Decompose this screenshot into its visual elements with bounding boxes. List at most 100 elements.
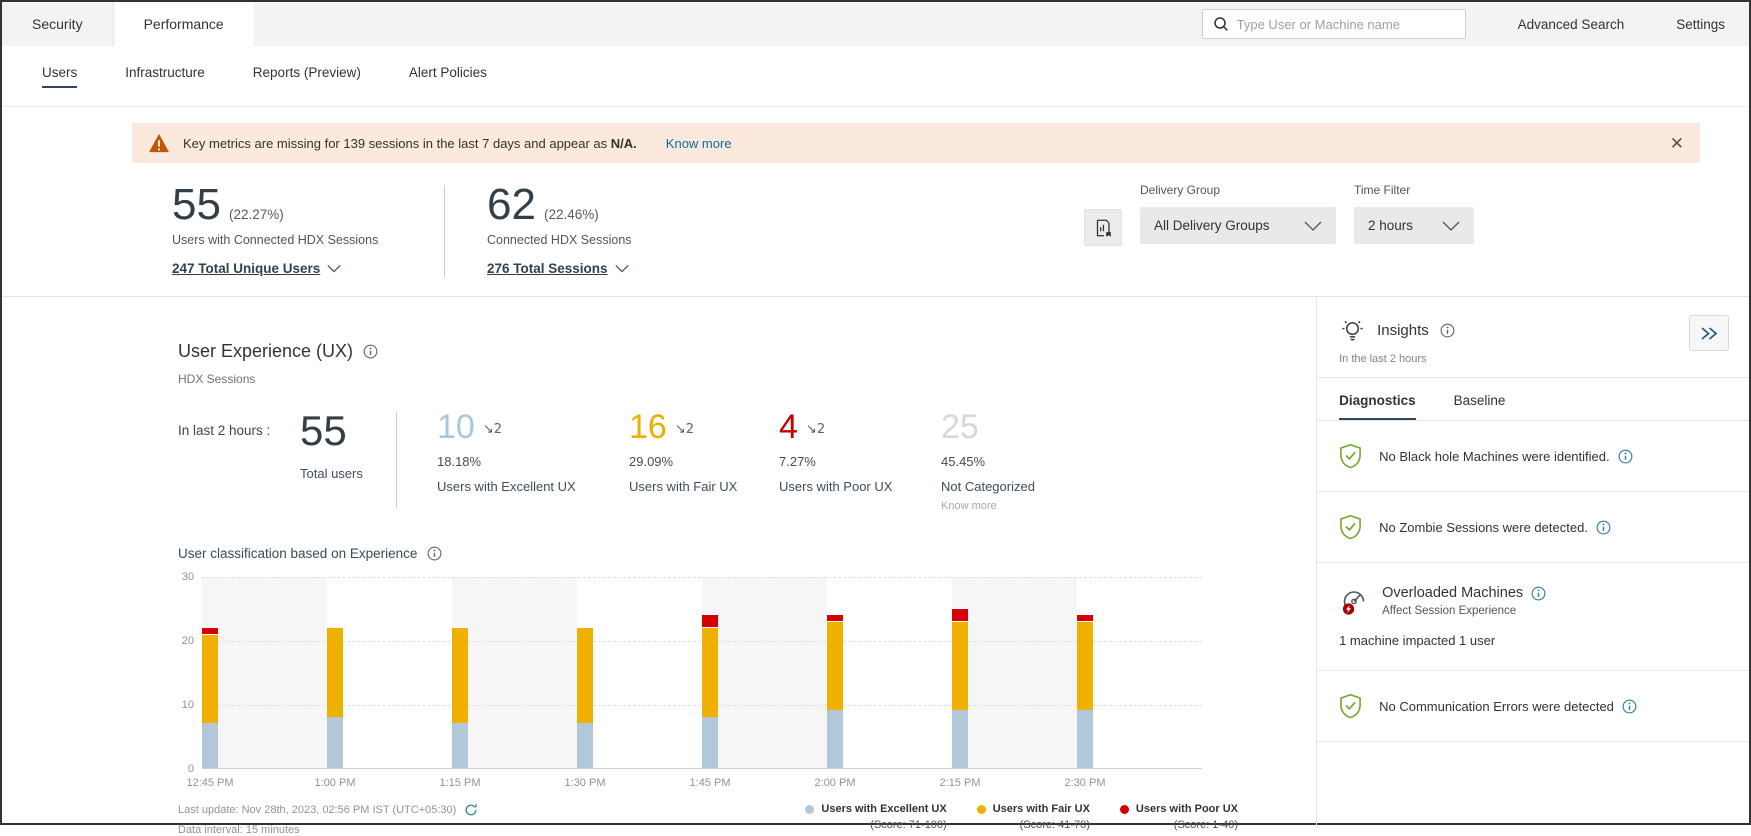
insight-text: No Black hole Machines were identified. <box>1379 449 1610 464</box>
metric-value: 25 <box>941 410 979 444</box>
metric-users-with-fair-ux: 16 ↘2 29.09% Users with Fair UX <box>629 410 779 494</box>
settings-link[interactable]: Settings <box>1676 17 1725 32</box>
data-interval-text: Data interval: 15 minutes <box>178 824 478 836</box>
insight-item-no-communication-errors-were-detected: No Communication Errors were detected <box>1317 671 1749 742</box>
metric-not-categorized: 25 45.45% Not Categorized Know more <box>941 410 1035 512</box>
legend-label: Users with Excellent UX <box>821 803 946 815</box>
bar-stack-12-45-pm[interactable] <box>202 627 218 768</box>
topbar-right: Advanced Search Settings <box>1202 2 1749 46</box>
chart-band <box>952 577 1077 769</box>
summary-card: 62 (22.46%) Connected HDX Sessions 276 T… <box>487 183 717 278</box>
collapse-panel-button[interactable] <box>1689 315 1729 351</box>
summary-drilldown-link[interactable]: 276 Total Sessions <box>487 261 629 276</box>
bar-segment-users-with-excellent-ux <box>702 717 718 768</box>
x-tick-label: 2:00 PM <box>815 777 856 789</box>
ux-subtitle: HDX Sessions <box>178 372 1316 386</box>
summary-drilldown-link[interactable]: 247 Total Unique Users <box>172 261 341 276</box>
insights-title: Insights <box>1377 322 1429 339</box>
metric-know-more-link[interactable]: Know more <box>941 500 1035 512</box>
subnav-item-infrastructure[interactable]: Infrastructure <box>125 65 205 88</box>
bar-segment-users-with-excellent-ux <box>452 723 468 768</box>
chevron-down-icon <box>615 264 629 273</box>
bar-stack-1-30-pm[interactable] <box>577 627 593 768</box>
bar-stack-2-00-pm[interactable] <box>827 614 843 768</box>
export-report-icon <box>1092 217 1114 239</box>
x-tick-label: 1:00 PM <box>315 777 356 789</box>
chart-band <box>202 577 327 769</box>
chart-band <box>1077 577 1202 769</box>
subnav-item-alert-policies[interactable]: Alert Policies <box>409 65 487 88</box>
insight-item-no-black-hole-machines-were-identified: No Black hole Machines were identified. <box>1317 421 1749 492</box>
bar-stack-1-45-pm[interactable] <box>702 614 718 768</box>
legend-label: Users with Fair UX <box>993 803 1090 815</box>
insights-window-text: In the last 2 hours <box>1339 353 1729 365</box>
summary-link-text: 247 Total Unique Users <box>172 261 320 276</box>
insight-subtitle: Affect Session Experience <box>1382 605 1546 617</box>
delivery-group-label: Delivery Group <box>1140 183 1336 197</box>
info-icon[interactable] <box>1622 699 1637 714</box>
info-icon[interactable] <box>1440 323 1455 338</box>
subnav-item-reports-preview[interactable]: Reports (Preview) <box>253 65 361 88</box>
chart-band <box>827 577 952 769</box>
chevron-down-icon <box>1304 221 1322 231</box>
insights-tab-baseline[interactable]: Baseline <box>1454 393 1506 420</box>
delivery-group-value: All Delivery Groups <box>1154 218 1270 233</box>
info-icon[interactable] <box>1531 586 1546 601</box>
chart-band <box>577 577 702 769</box>
bar-stack-1-15-pm[interactable] <box>452 627 468 768</box>
bar-stack-2-15-pm[interactable] <box>952 608 968 768</box>
double-chevron-right-icon <box>1699 326 1719 341</box>
search-icon <box>1213 16 1229 32</box>
info-icon[interactable] <box>1596 520 1611 535</box>
global-search[interactable] <box>1202 9 1466 39</box>
time-filter-label: Time Filter <box>1354 183 1474 197</box>
metric-users-with-poor-ux: 4 ↘2 7.27% Users with Poor UX <box>779 410 941 494</box>
metric-value: 55 <box>300 410 347 452</box>
insights-tab-diagnostics[interactable]: Diagnostics <box>1339 393 1416 420</box>
legend-score-range: (Score: 71-100) <box>821 819 946 831</box>
bar-stack-2-30-pm[interactable] <box>1077 614 1093 768</box>
info-icon[interactable] <box>1618 449 1633 464</box>
topbar: SecurityPerformance Advanced Search Sett… <box>2 2 1749 46</box>
chart-y-axis: 0102030 <box>178 577 202 769</box>
insight-text: No Zombie Sessions were detected. <box>1379 520 1588 535</box>
summary-percent: (22.27%) <box>229 207 284 222</box>
time-filter-select[interactable]: 2 hours <box>1354 207 1474 244</box>
bar-segment-users-with-fair-ux <box>327 627 343 717</box>
insights-panel: Insights In the last 2 hours Diagnostics… <box>1316 297 1749 825</box>
shield-check-icon <box>1339 693 1362 719</box>
legend-dot <box>805 805 814 814</box>
metric-percent: 18.18% <box>437 454 629 469</box>
banner-know-more-link[interactable]: Know more <box>666 136 732 151</box>
advanced-search-link[interactable]: Advanced Search <box>1518 17 1625 32</box>
top-tab-security[interactable]: Security <box>2 2 114 46</box>
y-tick-label: 0 <box>188 763 194 775</box>
window-label: In last 2 hours : <box>178 410 300 438</box>
delivery-group-select[interactable]: All Delivery Groups <box>1140 207 1336 244</box>
insights-bulb-icon <box>1339 317 1366 344</box>
info-icon[interactable] <box>363 344 378 359</box>
metric-total-users: 55 Total users <box>300 410 396 481</box>
chevron-down-icon <box>327 264 341 273</box>
chart-footer: Last update: Nov 28th, 2023, 02:56 PM IS… <box>178 803 1238 836</box>
x-tick-label: 1:15 PM <box>440 777 481 789</box>
bar-stack-1-00-pm[interactable] <box>327 627 343 768</box>
top-tab-performance[interactable]: Performance <box>114 2 254 46</box>
last-update-text: Last update: Nov 28th, 2023, 02:56 PM IS… <box>178 804 456 816</box>
search-input[interactable] <box>1237 17 1455 32</box>
subnav-item-users[interactable]: Users <box>42 65 77 88</box>
summary-value: 62 <box>487 183 536 227</box>
ux-metrics: In last 2 hours : 55 Total users 10 ↘2 1… <box>178 410 1316 512</box>
insight-text: No Communication Errors were detected <box>1379 699 1614 714</box>
info-icon[interactable] <box>427 546 442 561</box>
warning-banner: Key metrics are missing for 139 sessions… <box>132 123 1700 163</box>
refresh-icon[interactable] <box>464 803 478 817</box>
export-report-button[interactable] <box>1084 209 1122 246</box>
banner-close-icon[interactable]: ✕ <box>1670 135 1684 152</box>
filters: Delivery Group All Delivery Groups Time … <box>1084 183 1474 246</box>
legend-item-users-with-fair-ux: Users with Fair UX (Score: 41-70) <box>977 803 1090 836</box>
bar-segment-users-with-excellent-ux <box>952 710 968 768</box>
metric-label: Users with Poor UX <box>779 479 941 494</box>
ux-section-title: User Experience (UX) <box>178 341 353 362</box>
summary-label: Users with Connected HDX Sessions <box>172 233 402 247</box>
